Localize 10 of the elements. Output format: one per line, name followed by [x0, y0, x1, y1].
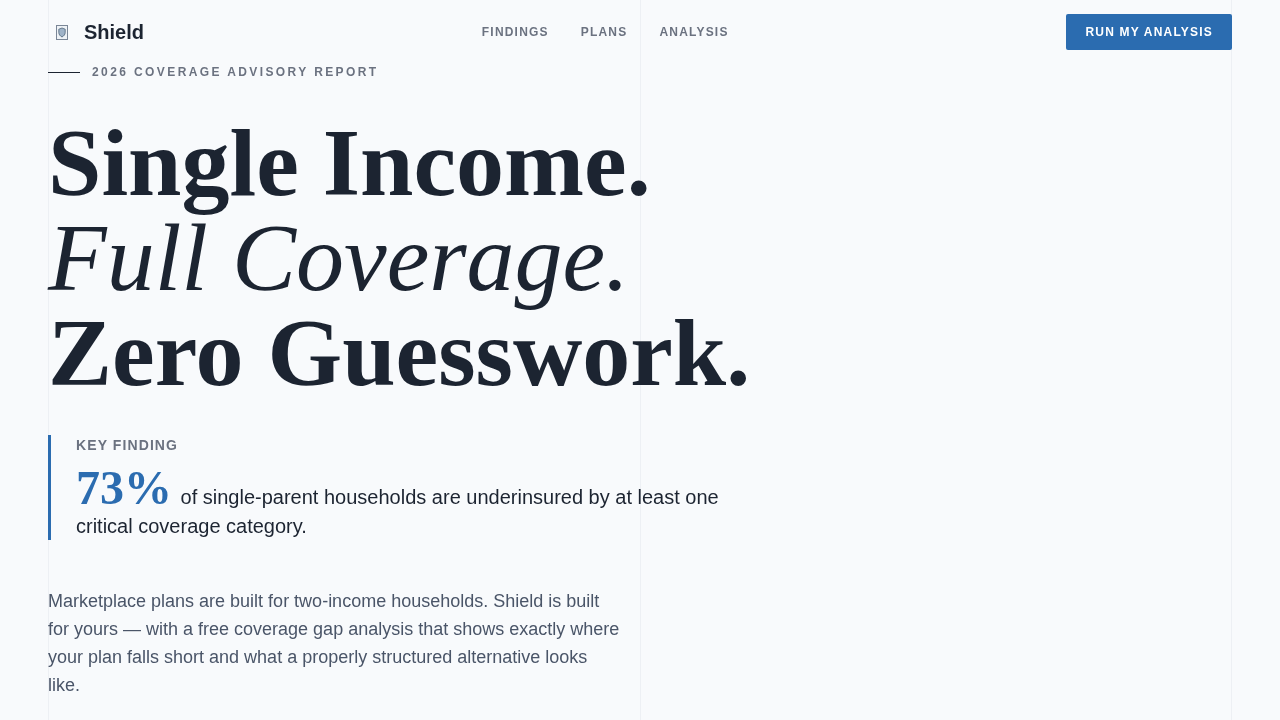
cta-button[interactable]: RUN MY ANALYSIS: [1066, 14, 1232, 50]
intro-paragraph: Marketplace plans are built for two-income households. Shield is built for yours — with a free coverage gap analysis that shows exactly where your plan falls short and what a properly structured alternative looks like.: [48, 590, 621, 697]
callout-label: KEY FINDING: [76, 436, 179, 455]
nav-link[interactable]: PLANS: [580, 24, 628, 40]
brand-name: Shield: [84, 20, 144, 44]
shield-icon: [56, 24, 68, 40]
finding-text: 73% of single-parent households are underinsured by at least one critical coverage category.: [76, 464, 720, 539]
eyebrow-label: 2026 COVERAGE ADVISORY REPORT: [92, 64, 379, 80]
nav-link[interactable]: FINDINGS: [481, 24, 549, 40]
nav-link[interactable]: ANALYSIS: [659, 24, 729, 40]
